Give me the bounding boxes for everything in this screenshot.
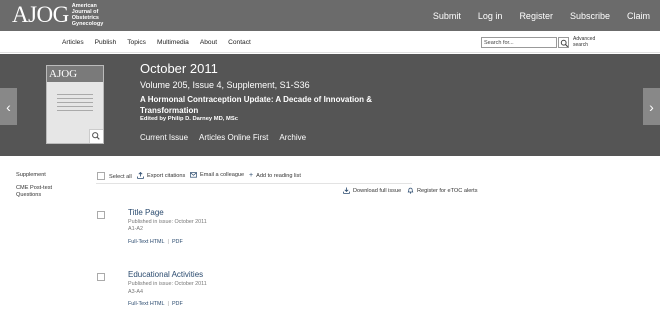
full-text-html-link[interactable]: Full-Text HTML	[128, 301, 165, 307]
download-issue-button[interactable]: Download full issue	[343, 187, 401, 194]
export-icon	[137, 172, 144, 179]
register-link[interactable]: Register	[519, 11, 553, 21]
sidebar-item-cme-questions[interactable]: CME Post-test Questions	[16, 185, 66, 199]
article-checkbox[interactable]	[97, 211, 105, 219]
search-icon	[560, 39, 568, 47]
export-citations-button[interactable]: Export citations	[137, 172, 185, 179]
archive-link[interactable]: Archive	[279, 133, 306, 142]
toolbar-divider	[96, 183, 412, 184]
journal-logo[interactable]: AJOG American Journal of Obstetrics Gyne…	[12, 2, 103, 28]
nav-contact[interactable]: Contact	[228, 39, 251, 46]
article-published-date: Published in issue: October 2011	[128, 219, 207, 225]
next-issue-button[interactable]: ›	[643, 88, 660, 125]
article-pages: A3-A4	[128, 289, 143, 295]
add-reading-list-button[interactable]: + Add to reading list	[249, 172, 301, 179]
email-colleague-button[interactable]: Email a colleague	[190, 172, 244, 178]
login-link[interactable]: Log in	[478, 11, 503, 21]
select-all-label[interactable]: Select all	[109, 174, 132, 180]
article-links: Full-Text HTML | PDF	[128, 239, 183, 245]
select-all-checkbox[interactable]	[97, 172, 105, 180]
previous-issue-button[interactable]: ‹	[0, 88, 17, 125]
bell-icon	[407, 187, 414, 194]
article-title-link[interactable]: Educational Activities	[128, 270, 203, 279]
issue-volume: Volume 205, Issue 4, Supplement, S1-S36	[140, 80, 310, 90]
nav-publish[interactable]: Publish	[95, 39, 117, 46]
chevron-right-icon: ›	[649, 98, 654, 115]
download-icon	[343, 187, 350, 194]
cover-title: AJOG	[47, 66, 103, 82]
register-alerts-button[interactable]: Register for eTOC alerts	[407, 187, 478, 194]
link-separator: |	[167, 239, 169, 245]
download-issue-label: Download full issue	[353, 187, 402, 194]
top-bar: AJOG American Journal of Obstetrics Gyne…	[0, 0, 660, 31]
search-input[interactable]: Search for...	[481, 37, 557, 48]
email-colleague-label: Email a colleague	[200, 172, 245, 178]
article-links: Full-Text HTML | PDF	[128, 301, 183, 307]
plus-icon: +	[249, 172, 254, 179]
cover-decoration	[57, 94, 93, 114]
logo-main-text: AJOG	[12, 2, 69, 27]
current-issue-link[interactable]: Current Issue	[140, 133, 188, 142]
nav-multimedia[interactable]: Multimedia	[157, 39, 189, 46]
article-pages: A1-A2	[128, 226, 143, 232]
pdf-link[interactable]: PDF	[172, 301, 183, 307]
zoom-icon	[92, 132, 100, 140]
link-separator: |	[167, 301, 169, 307]
nav-articles[interactable]: Articles	[62, 39, 84, 46]
issue-title: October 2011	[140, 61, 218, 76]
envelope-icon	[190, 172, 197, 178]
article-published-date: Published in issue: October 2011	[128, 281, 207, 287]
advanced-search-line: search	[573, 42, 589, 48]
cover-zoom-button[interactable]	[89, 129, 103, 143]
search-button[interactable]	[558, 37, 569, 48]
logo-subtitle: American Journal of Obstetrics Gynecolog…	[72, 3, 103, 27]
issue-editor: Edited by Philip D. Darney MD, MSc	[140, 116, 238, 122]
chevron-left-icon: ‹	[6, 98, 11, 115]
export-citations-label: Export citations	[147, 172, 186, 179]
register-alerts-label: Register for eTOC alerts	[417, 187, 478, 194]
articles-online-first-link[interactable]: Articles Online First	[199, 133, 268, 142]
advanced-search-link[interactable]: Advanced search	[573, 36, 595, 48]
nav-about[interactable]: About	[200, 39, 217, 46]
full-text-html-link[interactable]: Full-Text HTML	[128, 239, 165, 245]
issue-links: Current Issue Articles Online First Arch…	[140, 133, 317, 142]
article-checkbox[interactable]	[97, 273, 105, 281]
sidebar-item-supplement[interactable]: Supplement	[16, 172, 46, 179]
claim-link[interactable]: Claim	[627, 11, 650, 21]
issue-topic: A Hormonal Contraception Update: A Decad…	[140, 95, 373, 115]
pdf-link[interactable]: PDF	[172, 239, 183, 245]
issue-cover-image[interactable]: AJOG	[46, 65, 104, 144]
account-nav: Submit Log in Register Subscribe Claim	[416, 0, 650, 31]
add-reading-list-label: Add to reading list	[256, 172, 301, 179]
nav-topics[interactable]: Topics	[127, 39, 146, 46]
logo-sub-line: Gynecology	[71, 21, 104, 27]
article-title-link[interactable]: Title Page	[128, 208, 164, 217]
submit-link[interactable]: Submit	[433, 11, 461, 21]
subscribe-link[interactable]: Subscribe	[570, 11, 610, 21]
